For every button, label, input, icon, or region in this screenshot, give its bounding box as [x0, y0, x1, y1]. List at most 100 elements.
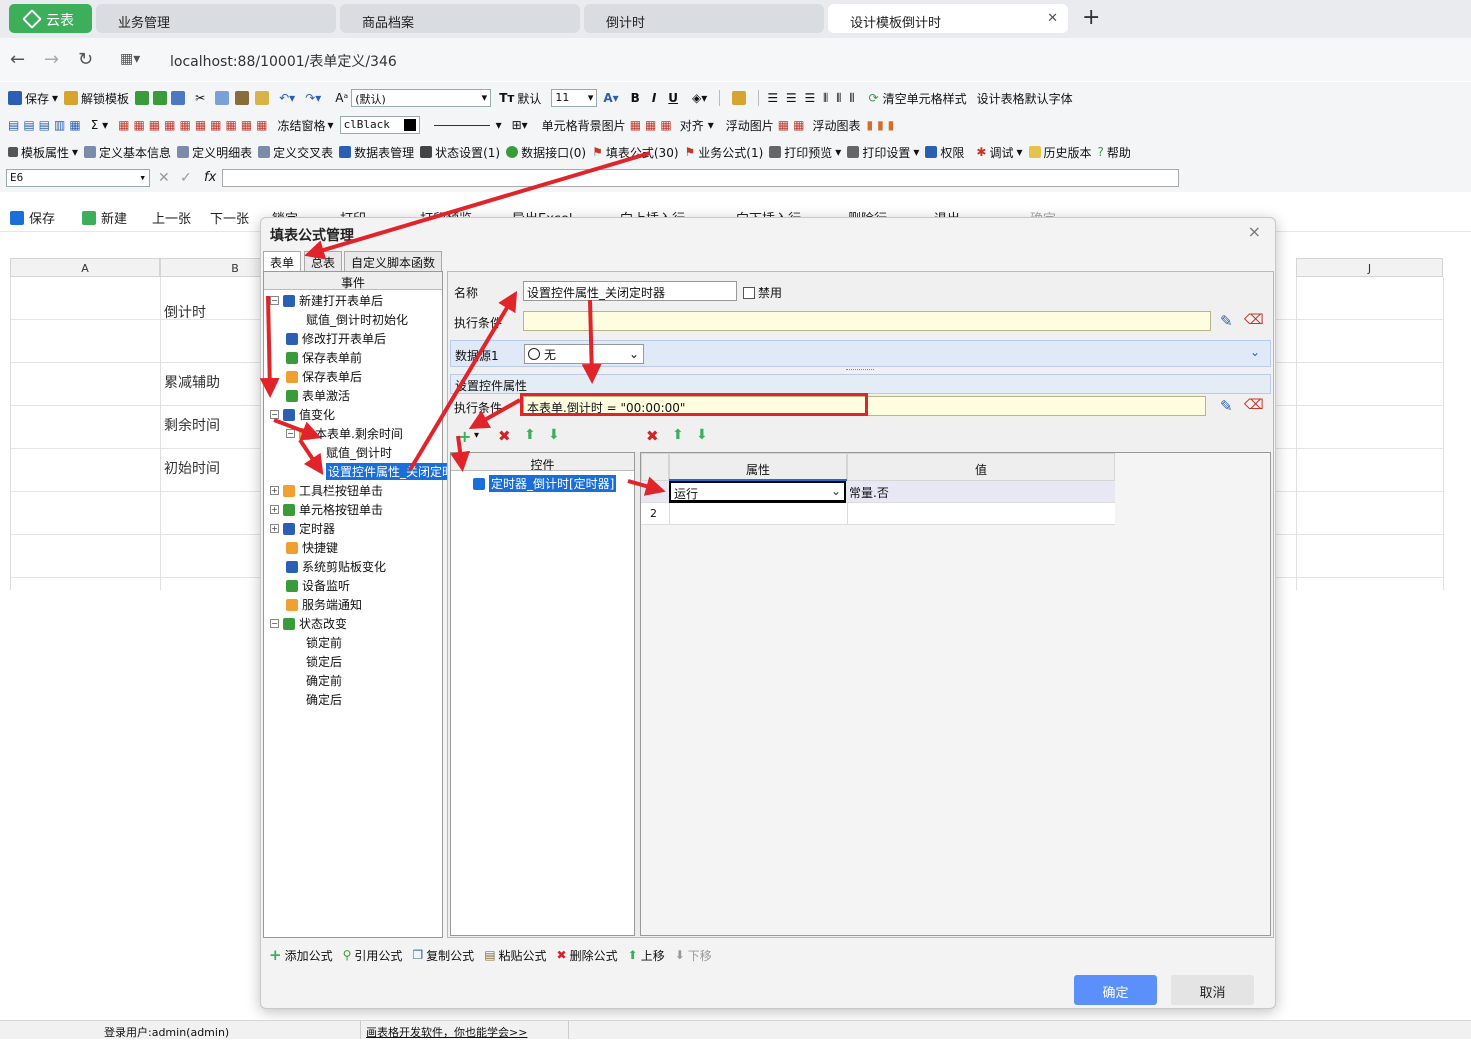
redo-icon[interactable]: ↷▾	[305, 91, 321, 105]
tree-node[interactable]: − 值变化	[270, 406, 335, 423]
app-next-button[interactable]: 下一张	[210, 208, 249, 227]
insert-icons[interactable]: ▦▦▦▦▦▦▦▦▦▦	[118, 118, 271, 132]
def-detail-tool[interactable]: 定义明细表	[177, 144, 252, 161]
align-button[interactable]: 对齐	[680, 117, 704, 134]
lock-cell-icon[interactable]	[732, 91, 747, 105]
tree-node[interactable]: + 定时器	[270, 520, 335, 537]
chevron-down-icon[interactable]: ▾	[496, 118, 502, 132]
splitter-handle[interactable]	[846, 369, 874, 371]
expand-toggle-icon[interactable]: +	[270, 486, 279, 495]
chart-icons[interactable]: ▮▮▮	[866, 118, 898, 132]
tree-node[interactable]: + 工具栏按钮单击	[270, 482, 383, 499]
tree-node[interactable]: + 单元格按钮单击	[270, 501, 383, 518]
app-new-button[interactable]: 新建	[82, 208, 127, 227]
italic-icon[interactable]: I	[652, 91, 656, 105]
tree-node[interactable]: 确定前	[306, 672, 342, 689]
add-formula-button[interactable]: + 添加公式	[269, 946, 333, 964]
tree-node[interactable]: 表单激活	[286, 387, 350, 404]
format-painter-icon[interactable]	[255, 91, 270, 105]
def-cross-tool[interactable]: 定义交叉表	[258, 144, 333, 161]
cell-label[interactable]: 剩余时间	[164, 415, 220, 435]
copy-icon[interactable]	[215, 91, 230, 105]
expand-icon[interactable]: ⌄	[1250, 345, 1260, 359]
font-color-icon[interactable]: A▾	[603, 91, 618, 105]
delete-formula-button[interactable]: ✖ 删除公式	[557, 947, 618, 964]
tree-node[interactable]: 保存表单前	[286, 349, 362, 366]
app-prev-button[interactable]: 上一张	[152, 208, 191, 227]
excel-export-icon[interactable]	[153, 91, 168, 105]
tree-node[interactable]: 保存表单后	[286, 368, 362, 385]
move-down-button[interactable]: ⬇ 下移	[675, 947, 712, 964]
tree-node[interactable]: − 状态改变	[270, 615, 347, 632]
biz-formula-tool[interactable]: ⚑ 业务公式(1)	[685, 144, 764, 161]
tab-countdown[interactable]: 倒计时	[584, 4, 824, 33]
apps-icon[interactable]: ▦▾	[120, 51, 140, 67]
cut-icon[interactable]: ✂	[195, 91, 205, 105]
close-icon[interactable]: ✕	[1047, 11, 1058, 26]
bold-icon[interactable]: B	[631, 91, 640, 105]
close-icon[interactable]: ×	[1248, 222, 1261, 241]
fill-color-icon[interactable]: ◈▾	[692, 91, 707, 105]
expand-toggle-icon[interactable]: +	[270, 524, 279, 533]
float-image-button[interactable]: 浮动图片	[726, 117, 774, 134]
template-props-tool[interactable]: 模板属性 ▾	[8, 144, 78, 161]
align-icons[interactable]: ☰ ☰ ☰ ⦀ ⦀ ⦀	[767, 91, 856, 106]
app-save-button[interactable]: 保存	[10, 208, 55, 227]
eraser-icon[interactable]: ⌫	[1244, 312, 1264, 328]
tab-design-template[interactable]: 设计模板倒计时 ✕	[828, 4, 1068, 33]
debug-tool[interactable]: ✱ 调试 ▾	[976, 144, 1022, 161]
tree-node[interactable]: 系统剪贴板变化	[286, 558, 386, 575]
move-up-icon[interactable]: ⬆	[524, 427, 536, 443]
prop-down-icon[interactable]: ⬇	[696, 427, 708, 443]
tree-node[interactable]: 设备监听	[286, 577, 350, 594]
ref-formula-button[interactable]: ⚲ 引用公式	[343, 947, 403, 964]
url-text[interactable]: localhost:88/10001/表单定义/346	[170, 51, 397, 71]
data-interface-tool[interactable]: 数据接口(0)	[506, 144, 586, 161]
state-tool[interactable]: 状态设置(1)	[420, 144, 500, 161]
edit-icon[interactable]: ✎	[1220, 397, 1233, 415]
chevron-down-icon[interactable]: ⌄	[831, 484, 841, 498]
tree-node[interactable]: 赋值_倒计时	[326, 444, 392, 461]
move-down-icon[interactable]: ⬇	[548, 427, 560, 443]
tree-node[interactable]: 确定后	[306, 691, 342, 708]
datasheet-tool[interactable]: 数据表管理	[339, 144, 414, 161]
cell-ref-combo[interactable]: E6 ▾	[6, 169, 150, 187]
page-icon[interactable]	[171, 91, 186, 105]
font-t-label[interactable]: 默认	[517, 90, 541, 107]
add-control-icon[interactable]: +	[458, 427, 471, 446]
border-icon[interactable]: ⊞▾	[512, 118, 528, 132]
excel-import-icon[interactable]	[135, 91, 150, 105]
exec-cond-input[interactable]	[523, 311, 1211, 331]
datasource-select[interactable]: 无 ⌄	[524, 344, 644, 364]
prop-up-icon[interactable]: ⬆	[672, 427, 684, 443]
color-combo[interactable]: clBlack	[339, 116, 420, 134]
cell-bg-image-button[interactable]: 单元格背景图片	[542, 117, 626, 134]
default-font-button[interactable]: 设计表格默认字体	[977, 90, 1073, 107]
disable-checkbox[interactable]: 禁用	[743, 284, 782, 301]
edit-icon[interactable]: ✎	[1220, 312, 1233, 330]
copy-formula-button[interactable]: ❐ 复制公式	[412, 947, 474, 964]
sum-icon[interactable]: Σ ▾	[91, 118, 108, 132]
delete-icon[interactable]: ✖	[498, 427, 511, 445]
col-header-a[interactable]: A	[10, 258, 160, 277]
chevron-down-icon[interactable]: ▾	[474, 430, 479, 441]
confirm-edit-icon[interactable]: ✓	[180, 170, 192, 186]
expand-toggle-icon[interactable]: −	[270, 619, 279, 628]
chevron-down-icon[interactable]: ▾	[708, 118, 714, 132]
font-size-combo[interactable]: 11 ▾	[551, 89, 598, 107]
merge-icons[interactable]: ▦▦▦	[630, 118, 676, 132]
undo-icon[interactable]: ↶▾	[279, 91, 295, 105]
cancel-edit-icon[interactable]: ✕	[158, 170, 170, 186]
name-input[interactable]: 设置控件属性_关闭定时器	[523, 281, 737, 301]
tab-business[interactable]: 业务管理	[96, 4, 336, 33]
unlock-tool[interactable]: 解锁模板	[64, 90, 129, 107]
delete-prop-icon[interactable]: ✖	[646, 427, 659, 445]
freeze-panes-button[interactable]: 冻结窗格	[278, 117, 326, 134]
function-icon[interactable]: fx	[204, 170, 216, 185]
help-tool[interactable]: ? 帮助	[1098, 144, 1131, 161]
tree-node[interactable]: − 本表单.剩余时间	[286, 425, 403, 442]
reload-icon[interactable]: ↻	[78, 49, 93, 70]
prop-editor[interactable]: 运行 ⌄	[669, 481, 846, 503]
def-basic-tool[interactable]: 定义基本信息	[84, 144, 171, 161]
clear-style-button[interactable]: 清空单元格样式	[883, 90, 967, 107]
